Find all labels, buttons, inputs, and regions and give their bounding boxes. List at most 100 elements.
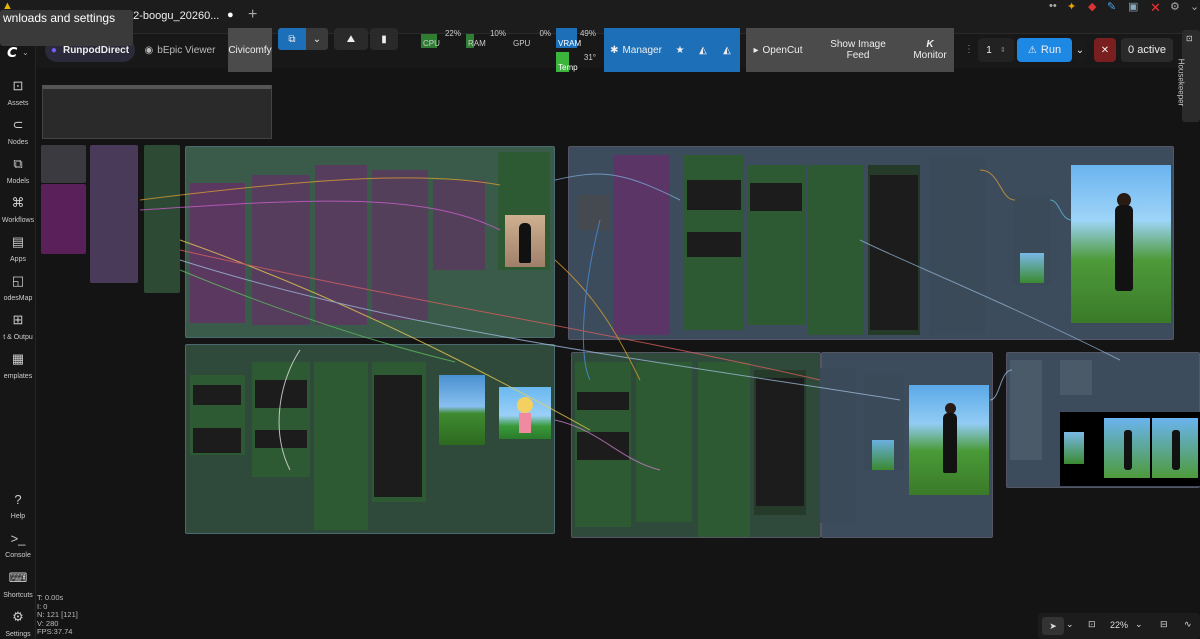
node[interactable] [929,155,985,335]
sidebar-item-media[interactable]: ⊞ t & Outpu [0,312,36,341]
triangle2-button[interactable]: ◭ [714,28,740,72]
sidebar-item-templates[interactable]: ▦ emplates [0,351,36,380]
node[interactable] [636,362,692,522]
node[interactable] [808,165,864,335]
landscape-image [439,375,485,445]
ruby-ext-icon[interactable]: ◆ [1088,0,1096,13]
empty-node[interactable] [42,85,272,139]
show-image-feed-button[interactable]: Show Image Feed [810,28,906,72]
templates-icon: ▦ [11,351,25,366]
sidebar-item-console[interactable]: >_ Console [0,531,36,559]
link-visibility-icon[interactable]: ∿ [1184,619,1192,630]
node[interactable] [1060,360,1092,395]
node-widget [756,378,804,506]
minimap-icon[interactable]: ⊟ [1160,619,1168,630]
new-tab-button[interactable]: + [248,6,257,24]
queue-mode-dropdown[interactable]: ⌄ [306,28,328,50]
gpu-stat: GPU 0% [511,28,553,48]
temp-label: Temp [558,63,578,72]
star-button[interactable]: ★ [668,28,692,72]
node-purple[interactable] [252,175,310,325]
opencut-button[interactable]: ▸ OpenCut [746,28,810,72]
select-tool-button[interactable]: ➤ [1042,617,1064,635]
gear-ext-icon[interactable]: ⚙ [1170,0,1180,13]
unsaved-dot-icon: ● [227,9,234,21]
stat-fps: FPS:37.74 [37,627,73,637]
canvas-controls: ➤ ⌄ ⊡ 22% ⌄ ⊟ ∿ [1038,613,1200,639]
warning-icon: ⚠ [1027,44,1037,56]
sidebar-item-assets[interactable]: ⊡ Assets [0,78,36,107]
ram-label: RAM [468,39,486,48]
node-purple[interactable] [614,155,670,335]
sidebar-item-workflows[interactable]: ⌘ Workflows [0,195,36,224]
node-purple[interactable] [41,184,86,254]
triangle2-icon: ◭ [723,44,731,56]
bookmark-button[interactable]: ▮ [370,28,398,50]
close-ext-icon[interactable]: ✕ [1150,0,1161,16]
user-ext-icon[interactable]: ▣ [1128,0,1138,13]
sidebar-item-label: Help [10,513,26,520]
downloads-tooltip: wnloads and settings [0,10,133,46]
node[interactable] [698,362,750,537]
help-icon: ? [14,492,22,507]
node-purple[interactable] [372,170,428,320]
chevron-down-icon[interactable]: ⌄ [1135,619,1143,630]
batch-count-input[interactable]: 1 ⇕ [978,38,1014,62]
zoom-level[interactable]: 22% [1110,620,1128,630]
show-image-feed-label: Show Image [830,39,886,50]
cancel-button[interactable]: ✕ [1094,38,1116,62]
cartoon-image [499,387,551,439]
queue-active-button[interactable]: 0 active [1121,38,1173,62]
node-list[interactable] [90,145,138,283]
comfy-logo-icon[interactable]: 𝘾 [7,44,17,61]
small-preview-image [1020,253,1044,283]
apps-icon: ▤ [11,234,25,249]
star-ext-icon[interactable]: ✦ [1067,0,1076,13]
sidebar-item-nodesmap[interactable]: ◱ odesMap [0,273,36,302]
sidebar-item-models[interactable]: ⧉ Models [0,156,36,185]
chevron-down-icon[interactable]: ⌄ [1066,619,1074,630]
tab-title[interactable]: a2-boogu_20260... [127,10,219,22]
run-button[interactable]: ⚠ Run [1017,38,1072,62]
monitor-button[interactable]: K Monitor [906,28,954,72]
triangle-icon: ◭ [699,44,707,56]
node[interactable] [578,195,610,230]
node-purple[interactable] [433,180,485,270]
node[interactable] [314,362,368,530]
civicomfy-button[interactable]: Civicomfy [228,28,272,72]
pen-ext-icon[interactable]: ✎ [1107,0,1116,13]
node-purple[interactable] [315,165,367,325]
dots-icon[interactable]: •• [1049,0,1057,12]
vram-label: VRAM [558,39,582,48]
sidebar-item-nodes[interactable]: ⊂ Nodes [0,117,36,146]
sidebar-item-label: Workflows [1,217,35,224]
node-inputs[interactable] [144,145,180,293]
chevron-down-icon[interactable]: ⌄ [22,48,29,57]
bookmark-icon: ▮ [381,33,387,45]
manager-button[interactable]: ✱ Manager [604,28,668,72]
batch-count-value: 1 [986,44,992,56]
queue-mode-button[interactable]: ⧉ [278,28,306,50]
sidebar-item-help[interactable]: ? Help [0,492,36,520]
triangle-button[interactable]: ◭ [692,28,714,72]
sidebar-item-label: emplates [3,373,33,380]
preview-image [505,215,545,267]
node-purple[interactable] [190,183,245,323]
workflows-icon: ⌘ [11,195,25,210]
mountain-button[interactable]: ⛰ [334,28,368,50]
close-icon: ✕ [1100,44,1110,56]
sidebar-item-label: Models [6,178,30,185]
sidebar-item-shortcuts[interactable]: ⌨ Shortcuts [0,570,36,599]
node-widget [577,392,629,410]
fit-view-icon[interactable]: ⊡ [1088,619,1096,630]
sidebar-item-apps[interactable]: ▤ Apps [0,234,36,263]
sidebar-item-settings[interactable]: ⚙ Settings [0,609,36,638]
node-small[interactable] [41,145,86,183]
viewer-button[interactable]: ◉ bEpic Viewer [138,38,222,62]
node[interactable] [820,368,856,523]
gear-icon: ⚙ [12,609,24,624]
node[interactable] [1010,360,1042,460]
cpu-stat: CPU 22% [421,28,463,48]
run-dropdown[interactable]: ⌄ [1073,38,1087,62]
chevron-down-icon[interactable]: ⌄ [1190,0,1199,13]
